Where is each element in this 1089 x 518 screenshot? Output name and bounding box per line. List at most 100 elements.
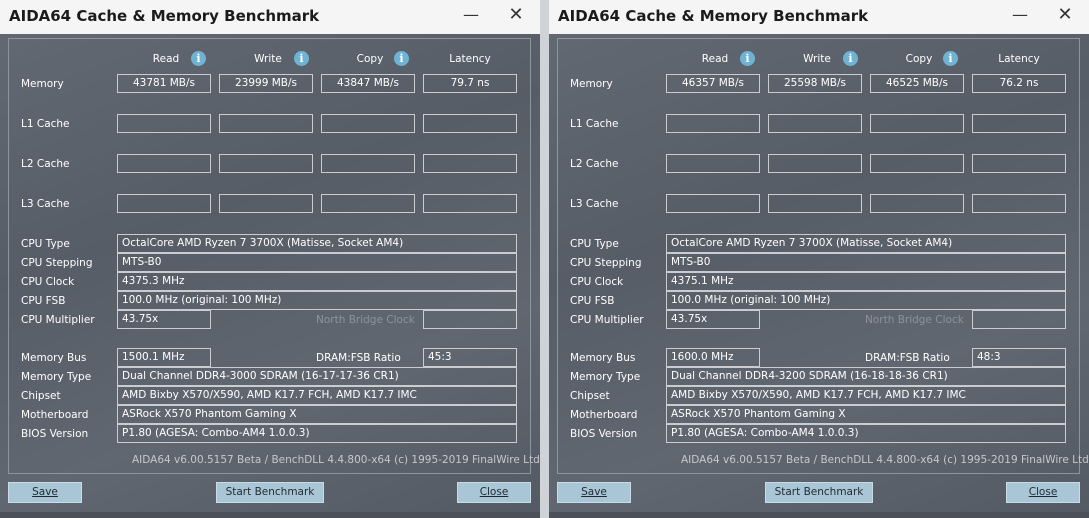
cpu-type-label: CPU Type <box>570 238 619 250</box>
l3-read-value <box>666 194 760 213</box>
l2-copy-value <box>870 154 964 173</box>
bios-version-value: P1.80 (AGESA: Combo-AM4 1.0.0.3) <box>117 424 517 443</box>
memory-bus-value: 1600.0 MHz <box>666 348 760 367</box>
cpu-clock-label: CPU Clock <box>21 276 75 288</box>
memory-read-value: 43781 MB/s <box>117 74 211 93</box>
cpu-multiplier-label: CPU Multiplier <box>570 314 644 326</box>
l1-latency-value <box>423 114 517 133</box>
benchmark-window-1: AIDA64 Cache & Memory Benchmark — ✕ Read… <box>0 0 544 518</box>
cpu-type-value: OctalCore AMD Ryzen 7 3700X (Matisse, So… <box>117 234 517 253</box>
chipset-label: Chipset <box>570 390 610 402</box>
l1-cache-label: L1 Cache <box>21 118 70 130</box>
cpu-clock-label: CPU Clock <box>570 276 624 288</box>
memory-type-value: Dual Channel DDR4-3000 SDRAM (16-17-17-3… <box>117 367 517 386</box>
memory-type-label: Memory Type <box>570 371 641 383</box>
memory-latency-value: 79.7 ns <box>423 74 517 93</box>
l2-write-value <box>768 154 862 173</box>
memory-bus-label: Memory Bus <box>570 352 636 364</box>
cpu-multiplier-value: 43.75x <box>117 310 211 329</box>
chipset-label: Chipset <box>21 390 61 402</box>
l3-latency-value <box>972 194 1066 213</box>
cpu-multiplier-value: 43.75x <box>666 310 760 329</box>
l3-cache-label: L3 Cache <box>570 198 619 210</box>
chipset-value: AMD Bixby X570/X590, AMD K17.7 FCH, AMD … <box>117 386 517 405</box>
cpu-clock-value: 4375.3 MHz <box>117 272 517 291</box>
cpu-type-label: CPU Type <box>21 238 70 250</box>
close-button[interactable]: Close <box>457 482 531 503</box>
memory-type-value: Dual Channel DDR4-3200 SDRAM (16-18-18-3… <box>666 367 1066 386</box>
l2-cache-label: L2 Cache <box>21 158 70 170</box>
save-button[interactable]: Save <box>557 482 631 503</box>
cpu-multiplier-label: CPU Multiplier <box>21 314 95 326</box>
l1-read-value <box>117 114 211 133</box>
motherboard-label: Motherboard <box>21 409 89 421</box>
l1-read-value <box>666 114 760 133</box>
cpu-stepping-label: CPU Stepping <box>570 257 642 269</box>
memory-type-label: Memory Type <box>21 371 92 383</box>
cpu-fsb-label: CPU FSB <box>21 295 66 307</box>
l2-latency-value <box>972 154 1066 173</box>
memory-write-value: 23999 MB/s <box>219 74 313 93</box>
l2-latency-value <box>423 154 517 173</box>
north-bridge-clock-value <box>972 310 1066 329</box>
window-bottom-edge <box>549 512 1089 518</box>
memory-bus-value: 1500.1 MHz <box>117 348 211 367</box>
l3-write-value <box>768 194 862 213</box>
memory-bus-label: Memory Bus <box>21 352 87 364</box>
l3-latency-value <box>423 194 517 213</box>
l3-cache-label: L3 Cache <box>21 198 70 210</box>
minimize-button[interactable]: — <box>1006 4 1034 28</box>
dram-fsb-ratio-label: DRAM:FSB Ratio <box>316 352 401 364</box>
north-bridge-clock-label: North Bridge Clock <box>865 314 964 326</box>
cpu-clock-value: 4375.1 MHz <box>666 272 1066 291</box>
l1-copy-value <box>321 114 415 133</box>
l2-read-value <box>117 154 211 173</box>
cpu-fsb-value: 100.0 MHz (original: 100 MHz) <box>117 291 517 310</box>
memory-label: Memory <box>570 78 613 90</box>
l3-write-value <box>219 194 313 213</box>
north-bridge-clock-value <box>423 310 517 329</box>
l2-copy-value <box>321 154 415 173</box>
window-title: AIDA64 Cache & Memory Benchmark <box>558 7 869 25</box>
motherboard-label: Motherboard <box>570 409 638 421</box>
motherboard-value: ASRock X570 Phantom Gaming X <box>666 405 1066 424</box>
save-button[interactable]: Save <box>8 482 82 503</box>
l3-read-value <box>117 194 211 213</box>
l2-cache-label: L2 Cache <box>570 158 619 170</box>
title-bar: AIDA64 Cache & Memory Benchmark — ✕ <box>0 0 540 34</box>
memory-label: Memory <box>21 78 64 90</box>
bios-version-label: BIOS Version <box>570 428 638 440</box>
memory-copy-value: 46525 MB/s <box>870 74 964 93</box>
cpu-stepping-value: MTS-B0 <box>666 253 1066 272</box>
l2-read-value <box>666 154 760 173</box>
close-button[interactable]: Close <box>1006 482 1080 503</box>
close-button-label: Close <box>1028 486 1058 498</box>
title-bar: AIDA64 Cache & Memory Benchmark — ✕ <box>549 0 1089 34</box>
footer-copyright: AIDA64 v6.00.5157 Beta / BenchDLL 4.4.80… <box>132 454 544 466</box>
cpu-fsb-label: CPU FSB <box>570 295 615 307</box>
motherboard-value: ASRock X570 Phantom Gaming X <box>117 405 517 424</box>
memory-copy-value: 43847 MB/s <box>321 74 415 93</box>
window-bottom-edge <box>0 512 540 518</box>
l3-copy-value <box>870 194 964 213</box>
start-benchmark-button[interactable]: Start Benchmark <box>216 482 324 503</box>
bios-version-label: BIOS Version <box>21 428 89 440</box>
cpu-stepping-value: MTS-B0 <box>117 253 517 272</box>
cpu-type-value: OctalCore AMD Ryzen 7 3700X (Matisse, So… <box>666 234 1066 253</box>
save-button-label: Save <box>32 486 58 498</box>
minimize-button[interactable]: — <box>457 4 485 28</box>
l1-write-value <box>219 114 313 133</box>
close-window-button[interactable]: ✕ <box>502 4 530 28</box>
l2-write-value <box>219 154 313 173</box>
save-button-label: Save <box>581 486 607 498</box>
close-window-button[interactable]: ✕ <box>1051 4 1079 28</box>
memory-write-value: 25598 MB/s <box>768 74 862 93</box>
l3-copy-value <box>321 194 415 213</box>
cpu-stepping-label: CPU Stepping <box>21 257 93 269</box>
dram-fsb-ratio-label: DRAM:FSB Ratio <box>865 352 950 364</box>
dram-fsb-ratio-value: 45:3 <box>423 348 517 367</box>
north-bridge-clock-label: North Bridge Clock <box>316 314 415 326</box>
chipset-value: AMD Bixby X570/X590, AMD K17.7 FCH, AMD … <box>666 386 1066 405</box>
l1-latency-value <box>972 114 1066 133</box>
start-benchmark-button[interactable]: Start Benchmark <box>765 482 873 503</box>
